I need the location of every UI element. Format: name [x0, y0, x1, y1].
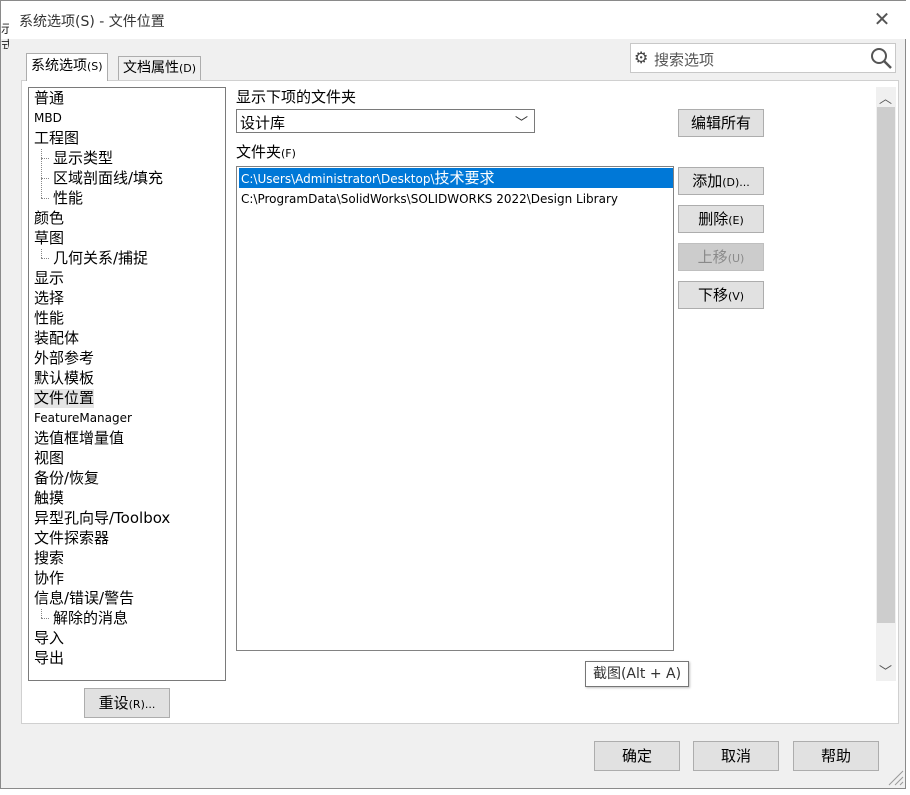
tree-item-featuremanager[interactable]: FeatureManager — [34, 409, 132, 428]
folder-type-value: 设计库 — [240, 114, 286, 132]
tab-document-properties[interactable]: 文档属性(D) — [118, 56, 202, 80]
background-window-edge: 示 式 — [1, 21, 9, 49]
chevron-up-icon[interactable]: ︿ — [879, 88, 892, 107]
delete-button[interactable]: 删除(E) — [678, 205, 764, 233]
search-options-box[interactable]: ⚙ 搜索选项 — [630, 43, 896, 73]
tree-item-spin-box-increments[interactable]: 选值框增量值 — [34, 429, 124, 448]
folder-type-select[interactable]: 设计库 ﹀ — [236, 109, 535, 133]
tree-item-backup-recover[interactable]: 备份/恢复 — [34, 469, 99, 488]
tree-item-touch[interactable]: 触摸 — [34, 489, 64, 508]
folders-accel: (F) — [281, 147, 296, 160]
show-folders-label: 显示下项的文件夹 — [236, 88, 357, 106]
tree-connector — [41, 609, 42, 618]
move-down-button[interactable]: 下移(V) — [678, 281, 764, 309]
tree-item-collaboration[interactable]: 协作 — [34, 569, 64, 588]
tree-connector — [41, 198, 49, 199]
tree-item-search[interactable]: 搜索 — [34, 549, 64, 568]
tree-item-area-hatch[interactable]: 区域剖面线/填充 — [53, 169, 163, 188]
tree-item-default-templates[interactable]: 默认模板 — [34, 369, 94, 388]
options-tree[interactable]: 普通 MBD 工程图 显示类型 区域剖面线/填充 性能 颜色 草图 几何关系/捕… — [28, 87, 226, 681]
gear-icon[interactable]: ⚙ — [634, 48, 648, 67]
reset-label: 重设 — [98, 694, 129, 712]
move-down-accel: (V) — [727, 290, 745, 303]
tree-item-messages-errors-warnings[interactable]: 信息/错误/警告 — [34, 589, 134, 608]
vertical-scrollbar[interactable]: ︿ ﹀ — [876, 87, 896, 681]
tree-item-mbd[interactable]: MBD — [34, 109, 62, 128]
tree-connector — [41, 258, 49, 259]
reset-button[interactable]: 重设(R)... — [84, 688, 170, 718]
tree-connector — [41, 249, 42, 258]
edit-all-button[interactable]: 编辑所有 — [678, 109, 764, 137]
reset-accel: (R)... — [128, 698, 156, 711]
tree-item-general[interactable]: 普通 — [34, 89, 64, 108]
add-button[interactable]: 添加(D)... — [678, 167, 764, 195]
edge-text: 示 式 — [1, 22, 9, 49]
tree-item-drawings[interactable]: 工程图 — [34, 129, 79, 148]
magnifier-icon[interactable] — [869, 46, 893, 70]
tree-item-relations-snaps[interactable]: 几何关系/捕捉 — [53, 249, 148, 268]
add-accel: (D)... — [722, 176, 750, 189]
scrollbar-thumb[interactable] — [877, 107, 895, 623]
tree-connector — [41, 618, 49, 619]
chevron-down-icon[interactable]: ﹀ — [879, 661, 892, 680]
window-title: 系统选项(S) - 文件位置 — [19, 14, 165, 30]
tree-item-external-references[interactable]: 外部参考 — [34, 349, 94, 368]
tree-connector — [41, 158, 49, 159]
cancel-button[interactable]: 取消 — [693, 741, 779, 771]
add-label: 添加 — [692, 172, 723, 190]
tree-item-hole-wizard-toolbox[interactable]: 异型孔向导/Toolbox — [34, 509, 170, 528]
move-down-label: 下移 — [697, 286, 728, 304]
ok-button[interactable]: 确定 — [594, 741, 680, 771]
tab-label: 文档属性 — [123, 60, 179, 76]
folder-path: C:\ProgramData\SolidWorks\SOLIDWORKS 202… — [241, 192, 618, 206]
tree-item-display-style[interactable]: 显示类型 — [53, 149, 113, 168]
title-bar: 系统选项(S) - 文件位置 ✕ — [1, 1, 907, 39]
delete-label: 删除 — [698, 210, 729, 228]
tree-item-drawing-performance[interactable]: 性能 — [53, 189, 83, 208]
folder-row[interactable]: C:\ProgramData\SolidWorks\SOLIDWORKS 202… — [239, 188, 673, 208]
tree-item-export[interactable]: 导出 — [34, 649, 64, 668]
folder-path: C:\Users\Administrator\Desktop\ — [241, 172, 435, 186]
tree-item-dismissed-messages[interactable]: 解除的消息 — [53, 609, 128, 628]
tree-item-display[interactable]: 显示 — [34, 269, 64, 288]
tree-item-view[interactable]: 视图 — [34, 449, 64, 468]
folders-label-text: 文件夹 — [236, 143, 282, 161]
search-input[interactable]: 搜索选项 — [654, 49, 714, 70]
tree-connector — [41, 149, 42, 198]
folders-label: 文件夹(F) — [236, 141, 296, 162]
move-up-button[interactable]: 上移(U) — [678, 243, 764, 271]
tree-item-selection[interactable]: 选择 — [34, 289, 64, 308]
options-dialog: 系统选项(S) - 文件位置 ✕ 示 式 ⚙ 搜索选项 系统选项(S) 文档属性… — [0, 0, 907, 789]
tree-item-file-explorer[interactable]: 文件探索器 — [34, 529, 109, 548]
move-up-accel: (U) — [727, 252, 745, 265]
folders-list[interactable]: C:\Users\Administrator\Desktop\技术要求 C:\P… — [236, 166, 674, 651]
tree-item-file-locations[interactable]: 文件位置 — [34, 389, 95, 408]
tab-label: 系统选项 — [31, 58, 87, 74]
tree-item-colors[interactable]: 颜色 — [34, 209, 64, 228]
close-icon[interactable]: ✕ — [871, 7, 893, 31]
tree-connector — [41, 178, 49, 179]
chevron-down-icon[interactable]: ﹀ — [515, 112, 528, 131]
tree-item-assemblies[interactable]: 装配体 — [34, 329, 79, 348]
resize-grip-icon[interactable] — [885, 767, 905, 787]
tab-system-options[interactable]: 系统选项(S) — [26, 53, 108, 81]
tab-accel: (S) — [87, 60, 103, 73]
folder-path-suffix: 技术要求 — [434, 169, 495, 187]
screenshot-tooltip: 截图(Alt + A) — [585, 661, 689, 687]
tab-accel: (D) — [179, 62, 197, 75]
move-up-label: 上移 — [697, 248, 728, 266]
delete-accel: (E) — [728, 214, 744, 227]
tree-item-performance[interactable]: 性能 — [34, 309, 64, 328]
tree-item-import[interactable]: 导入 — [34, 629, 64, 648]
folder-row[interactable]: C:\Users\Administrator\Desktop\技术要求 — [239, 168, 673, 188]
tree-item-sketch[interactable]: 草图 — [34, 229, 64, 248]
help-button[interactable]: 帮助 — [793, 741, 879, 771]
